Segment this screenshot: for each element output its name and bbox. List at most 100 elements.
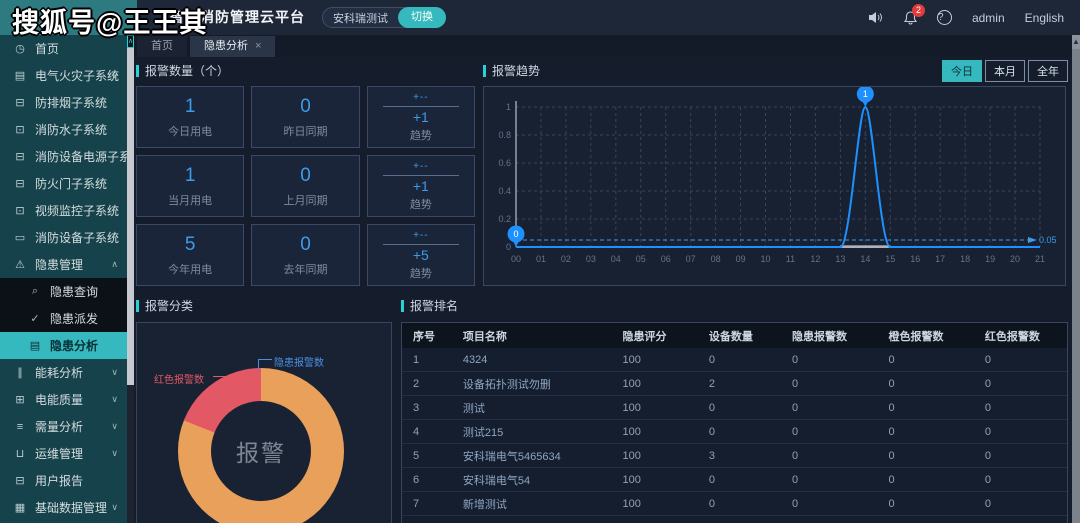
sidebar-item-video-monitor[interactable]: ⊡视频监控子系统 xyxy=(0,197,127,224)
bell-icon[interactable]: 2 xyxy=(904,11,917,25)
count-card-main[interactable]: 1 今日用电 xyxy=(136,86,244,148)
table-cell: 100 xyxy=(611,498,697,510)
count-value: 1 xyxy=(185,96,196,118)
sidebar-item-user-report[interactable]: ⊟用户报告 xyxy=(0,467,127,494)
table-cell: 0 xyxy=(877,450,973,462)
trend-formula: +-- xyxy=(413,230,429,241)
svg-text:0.05: 0.05 xyxy=(1039,235,1057,245)
sidebar-scrollbar-thumb[interactable] xyxy=(127,48,134,385)
table-row[interactable]: 5安科瑞电气54656341003000 xyxy=(402,444,1067,468)
table-row[interactable]: 143241000000 xyxy=(402,348,1067,372)
table-cell: 0 xyxy=(698,426,781,438)
table-cell: 100 xyxy=(611,354,697,366)
range-button-全年[interactable]: 全年 xyxy=(1028,60,1068,82)
sidebar-item-label: 首页 xyxy=(35,40,59,57)
table-cell: 0 xyxy=(698,498,781,510)
table-cell: 测试215 xyxy=(452,424,612,440)
svg-text:01: 01 xyxy=(536,254,546,264)
hazard-mgmt-icon: ⚠ xyxy=(13,258,27,271)
org-name: 安科瑞测试 xyxy=(323,10,398,26)
base-data-icon: ▦ xyxy=(13,501,27,514)
table-header-row: 序号项目名称隐患评分设备数量隐患报警数橙色报警数红色报警数 xyxy=(402,323,1067,348)
tab-close-icon[interactable]: × xyxy=(255,40,261,52)
fire-water-icon: ⊡ xyxy=(13,123,27,136)
table-row[interactable]: 7新增测试1000000 xyxy=(402,492,1067,516)
svg-text:1: 1 xyxy=(863,89,868,99)
table-row[interactable]: 3测试1000000 xyxy=(402,396,1067,420)
sidebar-item-hazard-search[interactable]: ⌕隐患查询 xyxy=(0,278,127,305)
count-card-compare[interactable]: 0上月同期 xyxy=(251,155,359,217)
sidebar-item-equipment-power[interactable]: ⊟消防设备电源子系统 xyxy=(0,143,127,170)
switch-org-button[interactable]: 切换 xyxy=(398,7,446,28)
svg-text:12: 12 xyxy=(810,254,820,264)
help-icon[interactable]: ? xyxy=(937,10,952,25)
column-header: 项目名称 xyxy=(452,328,612,344)
language-switch[interactable]: English xyxy=(1025,11,1064,25)
sidebar-item-label: 消防设备子系统 xyxy=(35,229,119,246)
sidebar-item-ops-mgmt[interactable]: ⊔运维管理∨ xyxy=(0,440,127,467)
count-value: 0 xyxy=(300,234,311,256)
range-button-本月[interactable]: 本月 xyxy=(985,60,1025,82)
trend-value: +1 xyxy=(413,178,429,194)
table-row[interactable]: 6安科瑞电气541000000 xyxy=(402,468,1067,492)
sidebar-item-hazard-mgmt[interactable]: ⚠隐患管理∧ xyxy=(0,251,127,278)
leader-line-blue xyxy=(258,359,272,360)
table-cell: 0 xyxy=(698,354,781,366)
notification-badge: 2 xyxy=(912,4,925,17)
sidebar-item-hazard-dispatch[interactable]: ✓隐患派发 xyxy=(0,305,127,332)
count-card-main[interactable]: 5今年用电 xyxy=(136,224,244,286)
donut-chart[interactable]: 报警 xyxy=(178,368,344,523)
sidebar-item-label: 防排烟子系统 xyxy=(35,94,107,111)
main-content: 报警数量（个） 1今日用电0昨日同期+--+1趋势1当月用电0上月同期+--+1… xyxy=(134,57,1072,523)
svg-text:0.4: 0.4 xyxy=(498,186,511,196)
trend-divider xyxy=(383,175,460,176)
pie-label-red-alarms: 红色报警数 xyxy=(154,371,204,386)
count-card-main[interactable]: 1当月用电 xyxy=(136,155,244,217)
count-label: 今日用电 xyxy=(168,123,212,139)
sidebar-item-electrical-fire[interactable]: ▤电气火灾子系统∨ xyxy=(0,62,127,89)
table-cell: 100 xyxy=(611,402,697,414)
count-card-trend[interactable]: +--+5趋势 xyxy=(367,224,475,286)
sidebar-item-energy-analysis[interactable]: ∥能耗分析∨ xyxy=(0,359,127,386)
count-card-trend[interactable]: +--+1趋势 xyxy=(367,86,475,148)
sidebar-item-fire-door[interactable]: ⊟防火门子系统 xyxy=(0,170,127,197)
electrical-fire-icon: ▤ xyxy=(13,69,27,82)
smoke-control-icon: ⊟ xyxy=(13,96,27,109)
sidebar-item-label: 视频监控子系统 xyxy=(35,202,119,219)
table-cell: 新增测试 xyxy=(452,496,612,512)
count-card-compare[interactable]: 0去年同期 xyxy=(251,224,359,286)
page-scrollbar[interactable]: ▲ xyxy=(1072,35,1080,523)
alarm-classification-title: 报警分类 xyxy=(136,297,392,314)
sidebar-item-label: 需量分析 xyxy=(35,418,83,435)
count-card-trend[interactable]: +--+1趋势 xyxy=(367,155,475,217)
sidebar-item-base-data[interactable]: ▦基础数据管理∨ xyxy=(0,494,127,521)
alarm-counts-panel: 报警数量（个） 1今日用电0昨日同期+--+1趋势1当月用电0上月同期+--+1… xyxy=(136,62,475,286)
power-quality-icon: ⊞ xyxy=(13,393,27,406)
svg-text:00: 00 xyxy=(511,254,521,264)
hazard-search-icon: ⌕ xyxy=(28,285,42,298)
table-row[interactable]: 4测试2151000000 xyxy=(402,420,1067,444)
count-label: 当月用电 xyxy=(168,192,212,208)
ops-mgmt-icon: ⊔ xyxy=(13,447,27,460)
count-card-compare[interactable]: 0昨日同期 xyxy=(251,86,359,148)
count-label: 上月同期 xyxy=(283,192,327,208)
sidebar-item-label: 隐患派发 xyxy=(50,310,98,327)
speaker-icon[interactable] xyxy=(869,11,884,24)
energy-analysis-icon: ∥ xyxy=(13,366,27,379)
classification-chart: 报警 红色报警数 隐患报警数 xyxy=(136,322,392,523)
page-scroll-up-icon[interactable]: ▲ xyxy=(1072,35,1080,49)
table-cell: 100 xyxy=(611,378,697,390)
sidebar-item-hazard-analysis[interactable]: ▤隐患分析 xyxy=(0,332,127,359)
column-header: 序号 xyxy=(402,328,452,344)
user-menu[interactable]: admin xyxy=(972,11,1005,25)
sidebar-scrollbar[interactable]: ∧ xyxy=(127,35,134,523)
range-button-今日[interactable]: 今日 xyxy=(942,60,982,82)
leader-line-blue-2 xyxy=(258,359,259,370)
sidebar-item-fire-water[interactable]: ⊡消防水子系统 xyxy=(0,116,127,143)
sidebar-item-power-quality[interactable]: ⊞电能质量∨ xyxy=(0,386,127,413)
sidebar-item-label: 消防设备电源子系统 xyxy=(35,148,127,165)
table-row[interactable]: 2设备拓扑测试勿删1002000 xyxy=(402,372,1067,396)
sidebar-item-demand-analysis[interactable]: ≡需量分析∨ xyxy=(0,413,127,440)
sidebar-item-fire-equipment[interactable]: ▭消防设备子系统 xyxy=(0,224,127,251)
sidebar-item-smoke-control[interactable]: ⊟ 防排烟子系统 xyxy=(0,89,127,116)
